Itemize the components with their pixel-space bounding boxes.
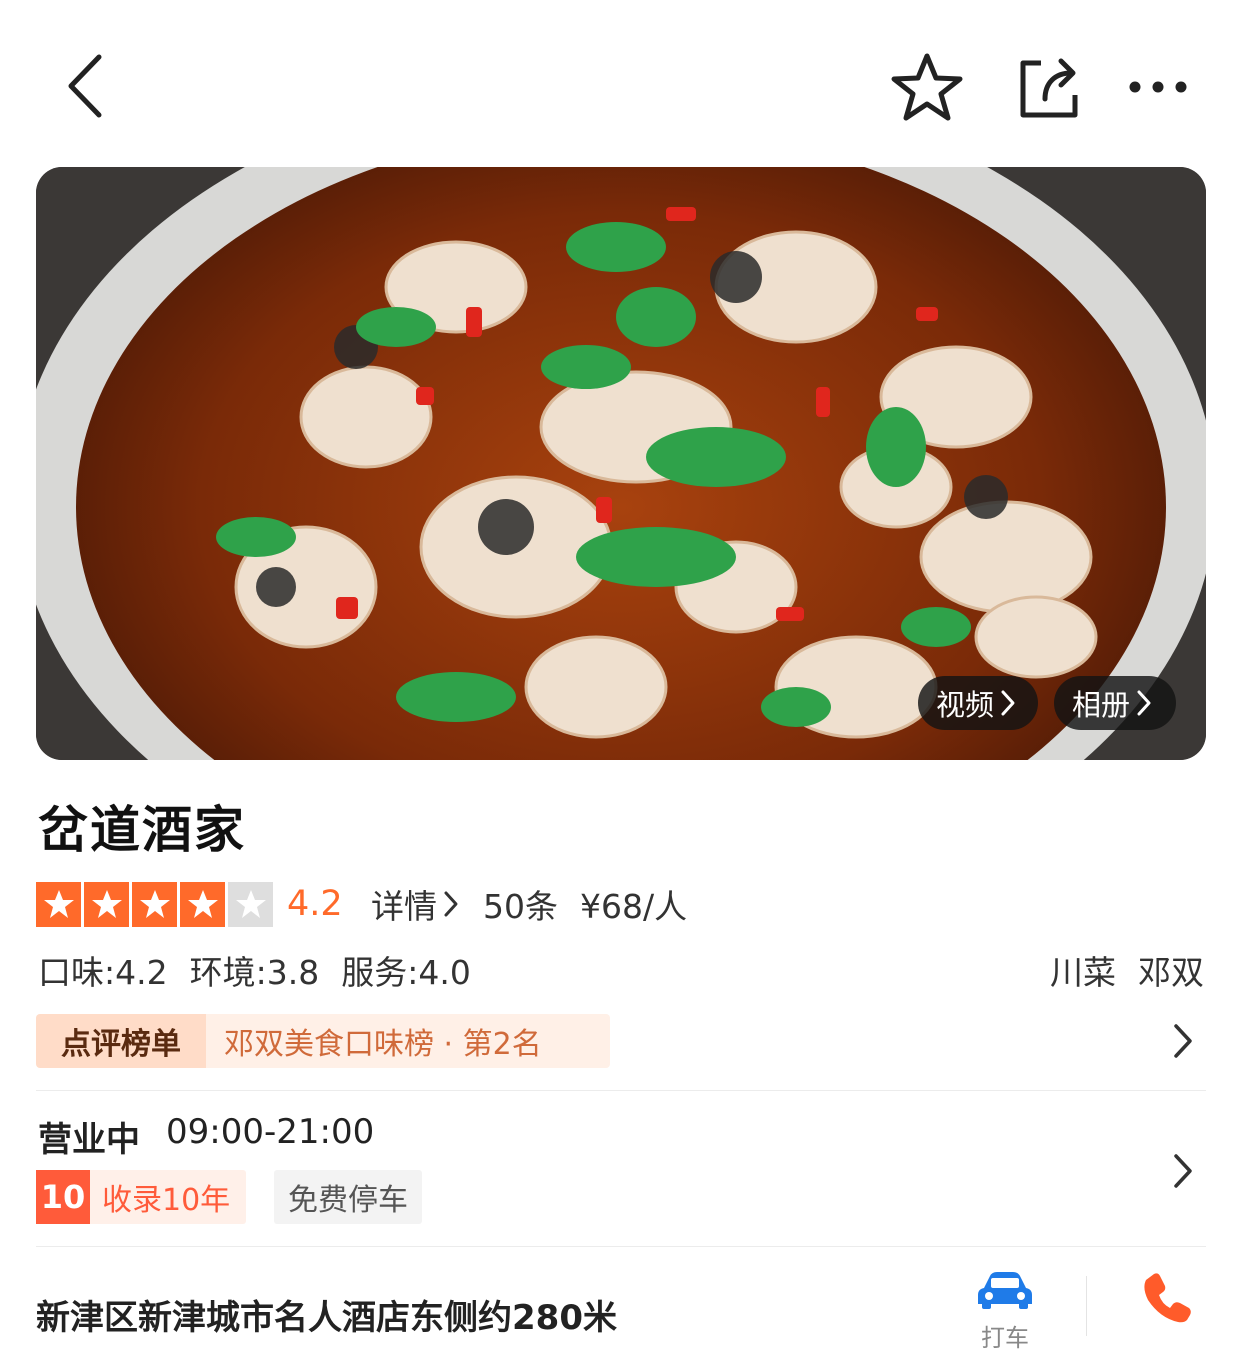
rating-row: 4.2 详情 50条 ¥68/人	[36, 878, 687, 930]
address-text[interactable]: 新津区新津城市名人酒店东侧约280米	[36, 1290, 617, 1339]
divider	[36, 1090, 1206, 1091]
top-nav-bar	[0, 0, 1242, 165]
shop-name: 岔道酒家	[38, 801, 246, 859]
cuisine-tag: 川菜	[1050, 953, 1116, 992]
chevron-left-icon	[68, 54, 102, 118]
star-outline-icon	[891, 53, 963, 121]
phone-button[interactable]	[1140, 1270, 1194, 1324]
car-icon	[978, 1272, 1032, 1309]
rating-score: 4.2	[287, 884, 343, 924]
ranking-banner[interactable]: 点评榜单 邓双美食口味榜 · 第2名	[36, 1014, 610, 1068]
environment-score: 环境:3.8	[189, 953, 320, 992]
sub-scores: 口味:4.2 环境:3.8 服务:4.0	[38, 946, 471, 994]
avg-price: ¥68/人	[580, 887, 688, 926]
more-dots-icon	[1129, 81, 1187, 93]
service-score: 服务:4.0	[341, 953, 471, 992]
hours-chevron-right-icon[interactable]	[1172, 1152, 1194, 1194]
video-button[interactable]: 视频	[918, 676, 1038, 730]
years-number: 10	[36, 1170, 90, 1224]
years-listed-badge: 10 收录10年	[36, 1170, 247, 1224]
food-image	[36, 167, 1206, 760]
taxi-label: 打车	[981, 1324, 1029, 1352]
back-button[interactable]	[50, 48, 120, 124]
ranking-chevron-right-icon[interactable]	[1172, 1022, 1194, 1064]
taxi-button[interactable]: 打车	[968, 1270, 1042, 1353]
star-empty-icon	[228, 881, 273, 927]
share-icon	[1020, 58, 1078, 118]
share-button[interactable]	[1008, 50, 1088, 126]
detail-label: 详情	[371, 887, 437, 926]
taste-score: 口味:4.2	[38, 953, 168, 992]
star-filled-icon	[36, 881, 81, 927]
area-tag: 邓双	[1138, 953, 1204, 992]
star-filled-icon	[84, 881, 129, 927]
rank-badge: 点评榜单	[36, 1014, 206, 1068]
divider	[36, 1246, 1206, 1247]
video-label: 视频	[936, 688, 995, 722]
open-hours: 09:00-21:00	[166, 1112, 375, 1152]
phone-icon	[1144, 1273, 1191, 1323]
star-rating	[36, 881, 273, 927]
star-filled-icon	[180, 881, 225, 927]
chevron-right-icon	[1001, 690, 1015, 716]
review-count[interactable]: 50条	[483, 880, 558, 928]
chevron-right-icon	[444, 891, 458, 917]
star-filled-icon	[132, 881, 177, 927]
parking-badge: 免费停车	[274, 1170, 422, 1224]
years-text: 收录10年	[102, 1183, 231, 1218]
favorite-button[interactable]	[884, 46, 970, 128]
rank-text: 邓双美食口味榜 · 第2名	[206, 1014, 610, 1068]
album-button[interactable]: 相册	[1054, 676, 1176, 730]
album-label: 相册	[1072, 688, 1131, 722]
hero-photo[interactable]: 视频 相册	[36, 167, 1206, 760]
chevron-right-icon	[1137, 690, 1151, 716]
open-status: 营业中	[38, 1120, 140, 1160]
rating-detail-link[interactable]: 详情	[371, 880, 459, 928]
more-button[interactable]	[1120, 62, 1196, 112]
category-tags: 川菜 邓双	[1050, 946, 1204, 994]
action-separator	[1086, 1276, 1087, 1336]
